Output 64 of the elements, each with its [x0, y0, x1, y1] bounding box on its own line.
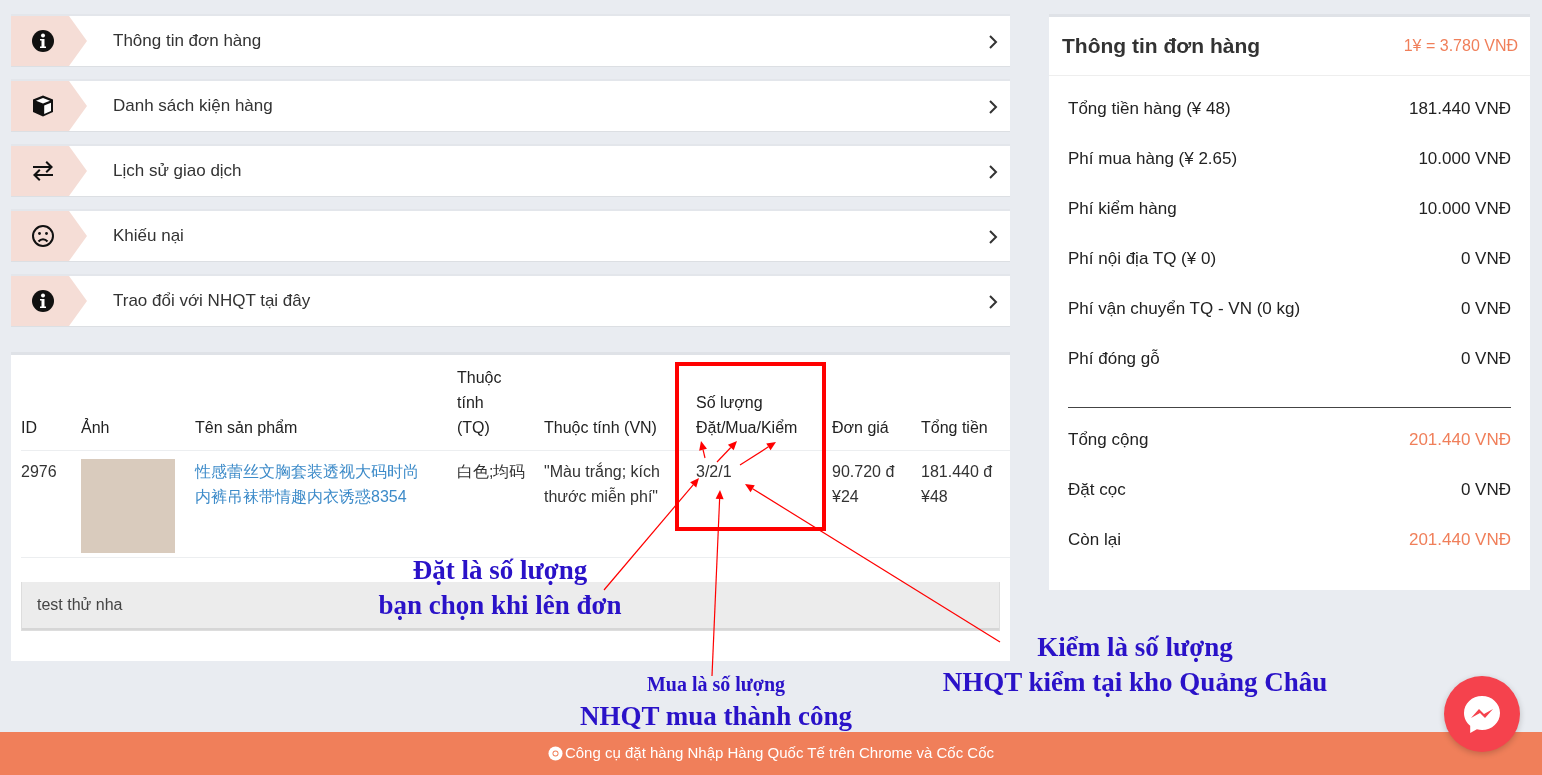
- summary-label: Phí đóng gỗ: [1068, 347, 1160, 370]
- summary-value: 10.000 VNĐ: [1418, 147, 1511, 170]
- summary-value: 10.000 VNĐ: [1418, 197, 1511, 220]
- annotation-arrow: [716, 441, 737, 463]
- summary-value: 0 VNĐ: [1460, 347, 1511, 370]
- attribute-cell-text: "Màu trắng; kích thước miễn phí": [544, 461, 661, 507]
- annotation-text: Kiểm là số lượng: [1037, 631, 1233, 664]
- exchange-arrows-icon: [31, 159, 55, 183]
- menu-item[interactable]: Thông tin đơn hàng: [11, 14, 1010, 67]
- summary-value: 0 VNĐ: [1460, 297, 1511, 320]
- summary-label: Phí nội địa TQ (¥ 0): [1068, 247, 1217, 270]
- column-header: Tên sản phẩm: [195, 418, 298, 438]
- annotation-text: NHQT mua thành công: [580, 700, 852, 733]
- menu-item[interactable]: Lịch sử giao dịch: [11, 144, 1010, 197]
- summary-value: 201.440 VNĐ: [1408, 428, 1511, 451]
- summary-label: Còn lại: [1068, 528, 1121, 551]
- unit-price: 90.720 đ: [832, 462, 895, 482]
- annotation-arrow: [739, 442, 776, 466]
- quantity-cell-text: 3/2/1: [696, 462, 732, 482]
- messenger-button[interactable]: [1444, 676, 1520, 752]
- summary-value: 201.440 VNĐ: [1408, 528, 1511, 551]
- info-icon: [31, 29, 55, 53]
- column-header: Tổng tiền: [921, 418, 988, 438]
- cube-icon: [31, 94, 55, 118]
- id-cell-text: 2976: [21, 462, 57, 482]
- summary-label: Đặt cọc: [1068, 478, 1126, 501]
- annotation-arrow: [699, 441, 707, 459]
- footer-text: Công cụ đặt hàng Nhập Hàng Quốc Tế trên Chrome và Cốc Cốc: [564, 743, 995, 764]
- annotation-text: Mua là số lượng: [646, 672, 786, 698]
- menu-item[interactable]: Danh sách kiện hàng: [11, 79, 1010, 132]
- total-price: ¥48: [921, 487, 948, 507]
- column-header: Số lượng Đặt/Mua/Kiểm: [696, 393, 799, 438]
- summary-label: Phí kiểm hàng: [1068, 197, 1177, 220]
- column-header: Thuộc tính (VN): [544, 418, 657, 438]
- info-icon: [31, 289, 55, 313]
- unit-price: ¥24: [832, 487, 859, 507]
- chevron-right-icon: [988, 163, 998, 180]
- summary-title: Thông tin đơn hàng: [1062, 33, 1261, 59]
- summary-label: Phí vận chuyển TQ - VN (0 kg): [1068, 297, 1301, 320]
- chevron-right-icon: [988, 98, 998, 115]
- annotation-text: Đặt là số lượng: [412, 554, 588, 587]
- summary-label: Tổng tiền hàng (¥ 48): [1068, 97, 1231, 120]
- menu-item[interactable]: Khiếu nại: [11, 209, 1010, 262]
- column-header: Đơn giá: [832, 418, 889, 438]
- column-header: ID: [21, 418, 37, 438]
- browser-logo-icon: [547, 746, 563, 761]
- summary-value: 181.440 VNĐ: [1408, 97, 1511, 120]
- chevron-right-icon: [988, 228, 998, 245]
- summary-label: Phí mua hàng (¥ 2.65): [1068, 147, 1238, 170]
- chevron-right-icon: [988, 293, 998, 310]
- chevron-right-icon: [988, 33, 998, 50]
- exchange-rate: 1¥ = 3.780 VNĐ: [1403, 35, 1518, 56]
- total-price: 181.440 đ: [921, 462, 993, 482]
- summary-label: Tổng cộng: [1068, 428, 1149, 451]
- sad-face-icon: [31, 224, 55, 248]
- annotation-text: NHQT kiểm tại kho Quảng Châu: [942, 666, 1328, 699]
- menu-item[interactable]: Trao đổi với NHQT tại đây: [11, 274, 1010, 327]
- column-header: Thuộc tính (TQ): [457, 368, 503, 438]
- annotation-text: bạn chọn khi lên đơn: [378, 589, 622, 622]
- summary-value: 0 VNĐ: [1460, 478, 1511, 501]
- product-link[interactable]: 性感蕾丝文胸套装透视大码时尚内裤吊袜带情趣内衣诱惑8354: [195, 459, 425, 509]
- attribute-cell-text: 白色;均码: [457, 462, 527, 482]
- summary-value: 0 VNĐ: [1460, 247, 1511, 270]
- column-header: Ảnh: [81, 417, 110, 438]
